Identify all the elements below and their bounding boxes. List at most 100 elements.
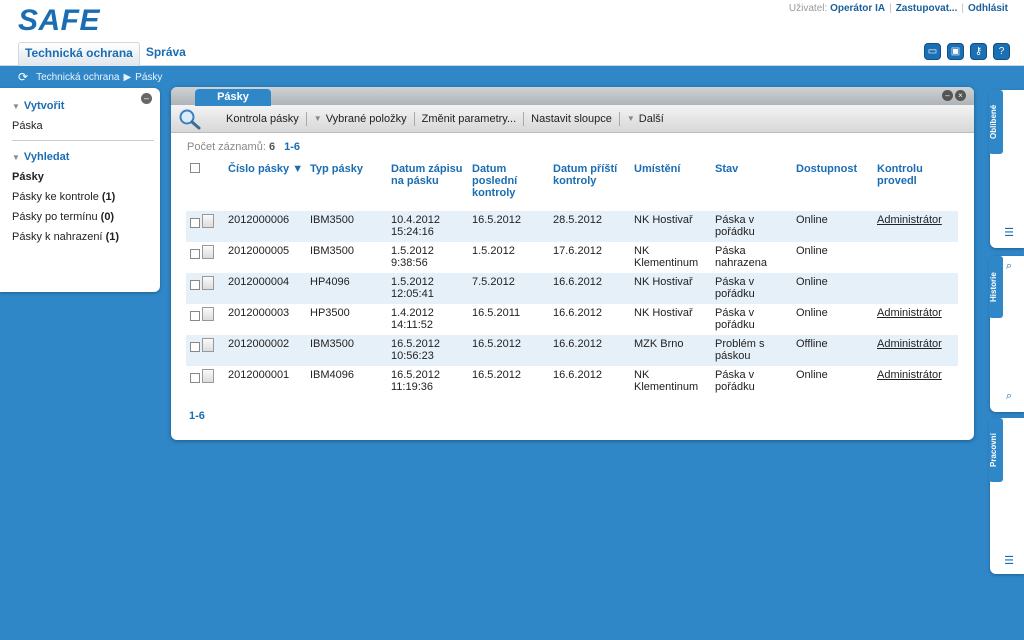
pasky-window: Pásky – × Kontrola pásky ▼ Vybrané polož…	[171, 87, 974, 440]
table-header: Číslo pásky ▼ Typ pásky Datum zápisu na …	[186, 159, 958, 211]
key-icon[interactable]: ⚷	[970, 43, 987, 60]
window-toolbar: Kontrola pásky ▼ Vybrané položky Změnit …	[171, 105, 974, 133]
window-titlebar: Pásky – ×	[171, 87, 974, 106]
table-row[interactable]: 2012000005 IBM3500 1.5.2012 9:38:56 1.5.…	[186, 242, 958, 273]
row-checkbox[interactable]	[190, 311, 200, 321]
cell-pristi: 16.6.2012	[553, 369, 602, 381]
refresh-icon[interactable]: ⟳	[18, 70, 28, 84]
cell-posledni: 1.5.2012	[472, 245, 515, 257]
search-item-ke-kontrole[interactable]: Pásky ke kontrole (1)	[12, 191, 160, 203]
set-columns-button[interactable]: Nastavit sloupce	[524, 113, 619, 125]
tab-pracovni[interactable]: Pracovní	[989, 418, 1003, 482]
col-stav[interactable]: Stav	[711, 159, 792, 211]
col-datum-posledni-kontroly[interactable]: Datum poslední kontroly	[468, 159, 549, 211]
tab-historie[interactable]: Historie	[989, 256, 1003, 318]
row-checkbox[interactable]	[190, 342, 200, 352]
cell-pristi: 28.5.2012	[549, 211, 630, 242]
tab-sprava[interactable]: Správa	[140, 42, 192, 66]
checked-by-link[interactable]: Administrátor	[877, 214, 942, 226]
cell-zapis: 16.5.2012 10:56:23	[387, 335, 468, 366]
col-datum-zapisu[interactable]: Datum zápisu na pásku	[387, 159, 468, 211]
document-icon[interactable]	[202, 276, 214, 290]
user-link[interactable]: Operátor IA	[830, 3, 885, 14]
cell-zapis: 1.4.2012 14:11:52	[391, 307, 434, 331]
user-bar: Uživatel: Operátor IA | Zastupovat... | Odhl…	[788, 3, 1008, 14]
check-tape-button[interactable]: Kontrola pásky	[219, 113, 306, 125]
search-item-po-terminu[interactable]: Pásky po termínu (0)	[12, 211, 160, 223]
cell-typ: IBM3500	[306, 335, 387, 366]
cell-typ: IBM3500	[306, 211, 387, 242]
document-icon[interactable]	[202, 369, 214, 383]
table-row[interactable]: 2012000006 IBM3500 10.4.2012 15:24:16 16…	[186, 211, 958, 242]
checked-by-link[interactable]: Administrátor	[877, 369, 942, 381]
app-logo: SAFE	[18, 4, 101, 37]
row-checkbox[interactable]	[190, 249, 200, 259]
pager[interactable]: 1-6	[189, 410, 205, 422]
window-tab[interactable]: Pásky	[195, 89, 271, 106]
list-icon[interactable]: ☰	[1002, 554, 1016, 568]
row-checkbox[interactable]	[190, 218, 200, 228]
row-checkbox[interactable]	[190, 280, 200, 290]
table-row[interactable]: 2012000004 HP4096 1.5.2012 12:05:41 7.5.…	[186, 273, 958, 304]
selected-items-menu[interactable]: ▼ Vybrané položky	[307, 113, 414, 125]
cell-cislo: 2012000004	[224, 273, 306, 304]
list-icon[interactable]: ☰	[1002, 226, 1016, 240]
cell-posledni: 7.5.2012	[468, 273, 549, 304]
col-umisteni[interactable]: Umístění	[630, 159, 711, 211]
table-row[interactable]: 2012000003 HP3500 1.4.2012 14:11:52 16.5…	[186, 304, 958, 335]
cell-dostupnost: Offline	[792, 335, 873, 366]
checked-by-link[interactable]: Administrátor	[877, 307, 942, 319]
deputy-link[interactable]: Zastupovat...	[896, 3, 958, 14]
help-icon[interactable]: ?	[993, 43, 1010, 60]
divider	[12, 140, 154, 141]
cell-stav: Páska v pořádku	[715, 307, 755, 331]
breadcrumb-current: Pásky	[135, 71, 163, 83]
breadcrumb-root[interactable]: Technická ochrana	[36, 72, 119, 83]
search-item-k-nahrazeni[interactable]: Pásky k nahrazení (1)	[12, 231, 160, 243]
change-params-button[interactable]: Změnit parametry...	[415, 113, 524, 125]
app-header: SAFE Uživatel: Operátor IA | Zastupovat...…	[0, 0, 1024, 66]
checked-by-link[interactable]: Administrátor	[877, 338, 942, 350]
cell-zapis: 16.5.2012 11:19:36	[391, 369, 440, 393]
col-cislo-pasky[interactable]: Číslo pásky ▼	[224, 159, 306, 211]
cell-stav: Páska nahrazena	[715, 245, 767, 269]
search-section-title[interactable]: ▼ Vyhledat	[12, 151, 160, 163]
table-row[interactable]: 2012000002 IBM3500 16.5.2012 10:56:23 16…	[186, 335, 958, 366]
col-typ-pasky[interactable]: Typ pásky	[306, 159, 387, 211]
more-menu[interactable]: ▼ Další	[620, 113, 671, 125]
close-icon[interactable]: ×	[955, 90, 966, 101]
search-item-pasky[interactable]: Pásky	[12, 171, 160, 183]
create-section-title[interactable]: ▼ Vytvořit	[12, 100, 160, 112]
tab-oblibene[interactable]: Oblíbené	[989, 90, 1003, 154]
tab-technicka-ochrana[interactable]: Technická ochrana	[18, 42, 140, 66]
col-datum-pristi-kontroly[interactable]: Datum příští kontroly	[549, 159, 630, 211]
window-icon[interactable]: ▭	[924, 43, 941, 60]
search-icon[interactable]: ⌕	[1002, 260, 1016, 274]
document-icon[interactable]	[202, 307, 214, 321]
document-icon[interactable]	[202, 245, 214, 259]
logout-link[interactable]: Odhlásit	[968, 3, 1008, 14]
cell-typ: HP4096	[306, 273, 387, 304]
minimize-icon[interactable]: –	[942, 90, 953, 101]
cell-cislo: 2012000001	[228, 369, 290, 381]
search-icon[interactable]	[177, 107, 203, 131]
select-all-checkbox[interactable]	[190, 163, 200, 173]
create-paska-link[interactable]: Páska	[12, 120, 160, 132]
zoom-icon[interactable]: ⌕	[1002, 390, 1016, 404]
col-kontrolu-provedl[interactable]: Kontrolu provedl	[873, 159, 958, 211]
record-range-link[interactable]: 1-6	[284, 141, 300, 153]
cell-zapis: 1.5.2012 12:05:41	[387, 273, 468, 304]
record-count: Počet záznamů: 6 1-6	[187, 141, 301, 153]
document-icon[interactable]	[202, 338, 214, 352]
document-icon[interactable]	[202, 214, 214, 228]
row-checkbox[interactable]	[190, 373, 200, 383]
collapse-triangle-icon: ▼	[12, 101, 20, 111]
cell-posledni: 16.5.2012	[472, 369, 521, 381]
windows-icon[interactable]: ▣	[947, 43, 964, 60]
table-row[interactable]: 2012000001 IBM4096 16.5.2012 11:19:36 16…	[186, 366, 958, 397]
minimize-icon[interactable]: –	[141, 93, 152, 104]
work-panel: Pracovní ☰	[989, 418, 1024, 574]
col-dostupnost[interactable]: Dostupnost	[792, 159, 873, 211]
cell-umisteni: NK Klementinum	[634, 245, 699, 269]
cell-stav: Páska v pořádku	[711, 273, 792, 304]
